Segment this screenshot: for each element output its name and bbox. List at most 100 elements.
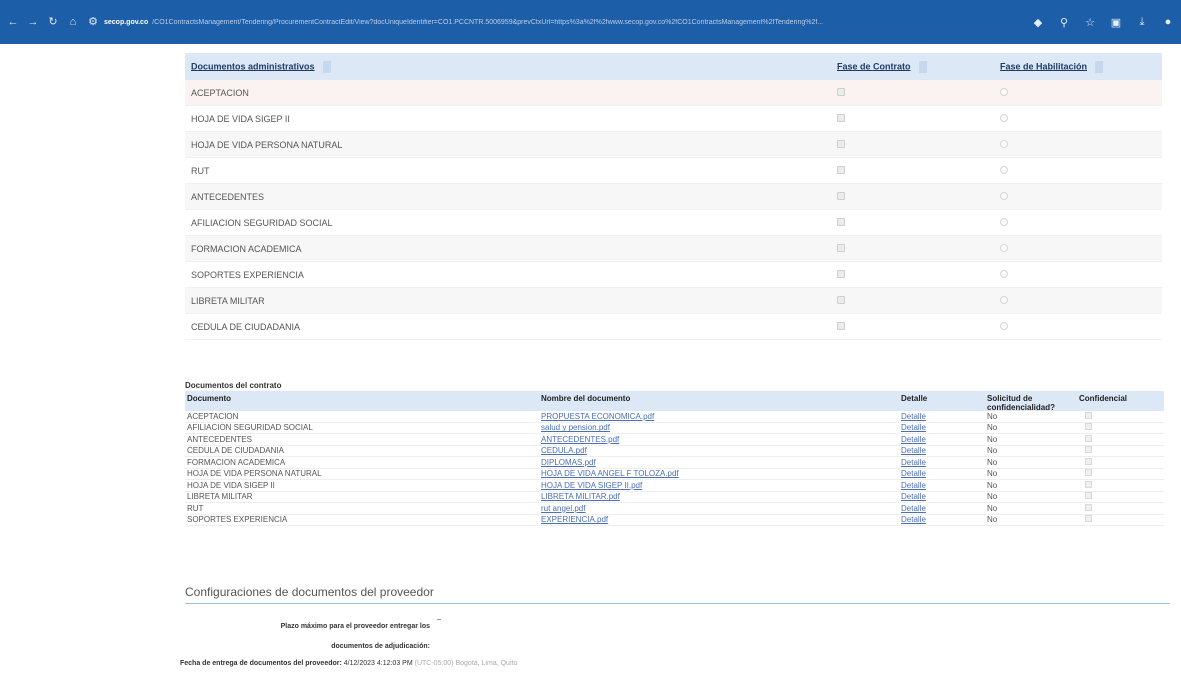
row-solicitud: No	[987, 446, 998, 456]
row-document-name: CEDULA DE CIUDADANIA	[191, 321, 301, 332]
document-file-link[interactable]: PROPUESTA ECONOMICA.pdf	[541, 412, 654, 421]
back-arrow-icon[interactable]: ←	[6, 15, 20, 29]
confidencial-checkbox[interactable]	[1085, 492, 1092, 500]
document-file-link[interactable]: HOJA DE VIDA ANGEL F TOLOZA.pdf	[541, 469, 679, 478]
home-icon[interactable]: ⌂	[66, 15, 80, 29]
table-row: LIBRETA MILITAR	[185, 288, 1162, 314]
row-document-name: HOJA DE VIDA PERSONA NATURAL	[191, 139, 343, 150]
confidencial-checkbox[interactable]	[1085, 434, 1092, 442]
reload-icon[interactable]: ↻	[46, 15, 60, 29]
header-fase-habilitacion[interactable]: Fase de Habilitación	[1000, 61, 1087, 71]
document-file-link[interactable]: rut angel.pdf	[541, 504, 585, 513]
detalle-link[interactable]: Detalle	[901, 423, 926, 432]
site-info-icon[interactable]: ⚙	[86, 15, 100, 29]
habilitacion-checkbox[interactable]	[1000, 321, 1008, 330]
header-documento: Documento	[187, 394, 231, 403]
plazo-label-line-1: Plazo máximo para el proveedor entregar …	[280, 623, 430, 630]
habilitacion-checkbox[interactable]	[1000, 243, 1008, 252]
bookmark-star-icon[interactable]: ☆	[1083, 16, 1097, 29]
detalle-link[interactable]: Detalle	[901, 446, 926, 455]
confidencial-checkbox[interactable]	[1085, 457, 1092, 465]
row-documento: ACEPTACION	[187, 411, 239, 421]
row-solicitud: No	[987, 423, 998, 433]
row-document-name: AFILIACION SEGURIDAD SOCIAL	[191, 217, 333, 228]
contrato-checkbox[interactable]	[837, 139, 845, 148]
row-solicitud: No	[987, 469, 998, 479]
table-row: ACEPTACION PROPUESTA ECONOMICA.pdf Detalle…	[185, 411, 1164, 423]
row-solicitud: No	[987, 480, 998, 490]
table-row: HOJA DE VIDA PERSONA NATURAL	[185, 132, 1162, 158]
habilitacion-checkbox[interactable]	[1000, 217, 1008, 226]
row-document-name: HOJA DE VIDA SIGEP II	[191, 113, 290, 124]
forward-arrow-icon[interactable]: →	[26, 15, 40, 29]
confidencial-checkbox[interactable]	[1085, 423, 1092, 431]
detalle-link[interactable]: Detalle	[901, 504, 926, 513]
row-solicitud: No	[987, 411, 998, 421]
table-row: RUT	[185, 158, 1162, 184]
document-file-link[interactable]: CEDULA.pdf	[541, 446, 587, 455]
confidencial-checkbox[interactable]	[1085, 446, 1092, 454]
header-fase-contrato[interactable]: Fase de Contrato	[837, 61, 911, 71]
detalle-link[interactable]: Detalle	[901, 515, 926, 524]
document-file-link[interactable]: DIPLOMAS.pdf	[541, 458, 596, 467]
contrato-checkbox[interactable]	[837, 87, 845, 96]
contrato-checkbox[interactable]	[837, 217, 845, 226]
habilitacion-checkbox[interactable]	[1000, 165, 1008, 174]
zoom-icon[interactable]: ⚲	[1057, 16, 1071, 29]
contrato-checkbox[interactable]	[837, 165, 845, 174]
table-row: SOPORTES EXPERIENCIA EXPERIENCIA.pdf Detal…	[185, 515, 1164, 526]
sort-icon[interactable]	[1095, 60, 1104, 73]
row-documento: SOPORTES EXPERIENCIA	[187, 515, 288, 525]
detalle-link[interactable]: Detalle	[901, 481, 926, 490]
confidencial-checkbox[interactable]	[1085, 469, 1092, 477]
habilitacion-checkbox[interactable]	[1000, 87, 1008, 96]
download-icon[interactable]: ⤓	[1135, 16, 1149, 29]
row-documento: AFILIACION SEGURIDAD SOCIAL	[187, 423, 313, 433]
detalle-link[interactable]: Detalle	[901, 469, 926, 478]
sort-icon[interactable]	[918, 60, 927, 73]
sort-icon[interactable]	[322, 60, 331, 73]
document-file-link[interactable]: EXPERIENCIA.pdf	[541, 515, 608, 524]
habilitacion-checkbox[interactable]	[1000, 113, 1008, 122]
contrato-checkbox[interactable]	[837, 295, 845, 304]
contrato-checkbox[interactable]	[837, 113, 845, 122]
table-row: CEDULA DE CIUDADANIA	[185, 314, 1162, 340]
fecha-entrega-value: 4/12/2023 4:12:03 PM	[343, 660, 413, 667]
extensions-icon[interactable]: ▣	[1109, 16, 1123, 29]
plazo-maximo-label: Plazo máximo para el proveedor entregar …	[200, 617, 430, 657]
detalle-link[interactable]: Detalle	[901, 435, 926, 444]
habilitacion-checkbox[interactable]	[1000, 191, 1008, 200]
detalle-link[interactable]: Detalle	[901, 492, 926, 501]
table-row: CEDULA DE CIUDADANIA CEDULA.pdf Detalle No	[185, 446, 1164, 457]
contrato-checkbox[interactable]	[837, 269, 845, 278]
habilitacion-checkbox[interactable]	[1000, 139, 1008, 148]
admin-documents-table: Documentos administrativos Fase de Contr…	[185, 53, 1162, 340]
header-nombre-documento: Nombre del documento	[541, 394, 631, 403]
row-solicitud: No	[987, 492, 998, 502]
contract-documents-section: Documentos del contrato Documento Nombre…	[185, 381, 1164, 526]
browser-toolbar: ← → ↻ ⌂ ⚙ secop.gov.co /CO1ContractsMana…	[0, 0, 1181, 44]
document-file-link[interactable]: ANTECEDENTES.pdf	[541, 435, 619, 444]
profile-icon[interactable]: ●	[1161, 16, 1175, 28]
header-documentos-administrativos[interactable]: Documentos administrativos	[191, 61, 315, 71]
detalle-link[interactable]: Detalle	[901, 412, 926, 421]
document-file-link[interactable]: LIBRETA MILITAR.pdf	[541, 492, 620, 501]
contrato-checkbox[interactable]	[837, 243, 845, 252]
plazo-value	[437, 619, 441, 620]
contrato-checkbox[interactable]	[837, 321, 845, 330]
confidencial-checkbox[interactable]	[1085, 515, 1092, 523]
confidencial-checkbox[interactable]	[1085, 411, 1092, 419]
habilitacion-checkbox[interactable]	[1000, 295, 1008, 304]
translate-icon[interactable]: ◆	[1031, 16, 1045, 29]
row-document-name: RUT	[191, 165, 210, 176]
confidencial-checkbox[interactable]	[1085, 503, 1092, 511]
row-documento: CEDULA DE CIUDADANIA	[187, 446, 284, 456]
document-file-link[interactable]: HOJA DE VIDA SIGEP II.pdf	[541, 481, 642, 490]
confidencial-checkbox[interactable]	[1085, 480, 1092, 488]
habilitacion-checkbox[interactable]	[1000, 269, 1008, 278]
address-bar[interactable]: ⚙ secop.gov.co /CO1ContractsManagement/T…	[86, 13, 1017, 31]
table-row: AFILIACION SEGURIDAD SOCIAL	[185, 210, 1162, 236]
document-file-link[interactable]: salud y pension.pdf	[541, 423, 610, 432]
detalle-link[interactable]: Detalle	[901, 458, 926, 467]
contrato-checkbox[interactable]	[837, 191, 845, 200]
